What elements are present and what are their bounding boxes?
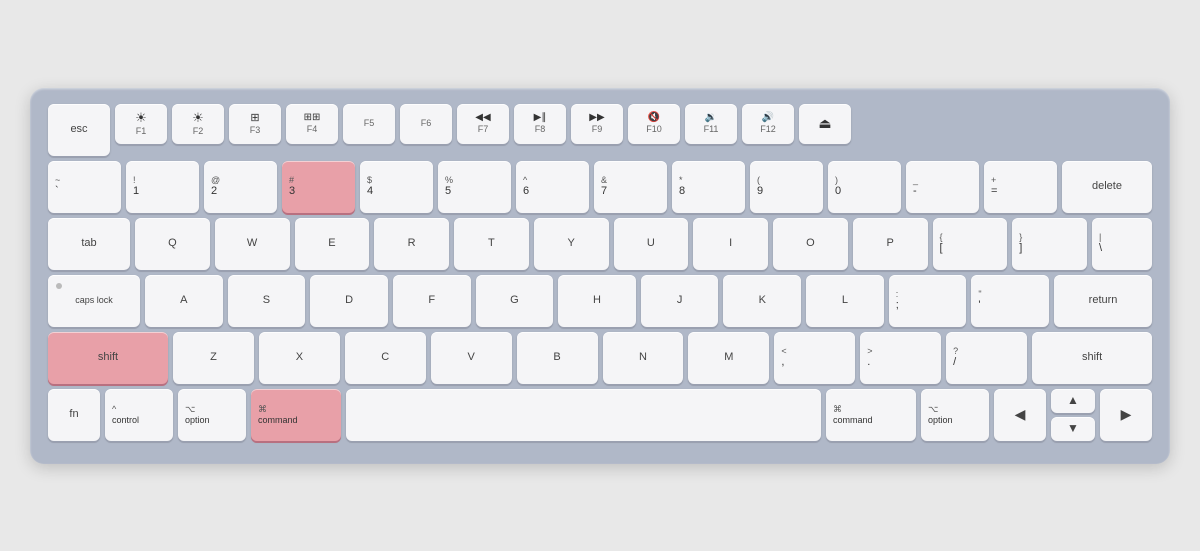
asdf-row: caps lock A S D F G H J K L : ; " ' retu… — [48, 275, 1152, 327]
key-arrow-right[interactable]: ▶ — [1100, 389, 1152, 441]
key-delete[interactable]: delete — [1062, 161, 1152, 213]
key-minus[interactable]: _ - — [906, 161, 979, 213]
key-r[interactable]: R — [374, 218, 449, 270]
key-rbracket[interactable]: } ] — [1012, 218, 1087, 270]
key-0[interactable]: ) 0 — [828, 161, 901, 213]
key-fn[interactable]: fn — [48, 389, 100, 441]
key-4[interactable]: $ 4 — [360, 161, 433, 213]
key-f7[interactable]: ◀◀ F7 — [457, 104, 509, 144]
capslock-indicator — [56, 283, 62, 289]
key-f8[interactable]: ▶∥ F8 — [514, 104, 566, 144]
key-3[interactable]: # 3 — [282, 161, 355, 213]
key-shift-right[interactable]: shift — [1032, 332, 1152, 384]
key-y[interactable]: Y — [534, 218, 609, 270]
key-backtick[interactable]: ~ ` — [48, 161, 121, 213]
key-f4[interactable]: ⊞⊞ F4 — [286, 104, 338, 144]
key-control[interactable]: ^ control — [105, 389, 173, 441]
key-f10[interactable]: 🔇 F10 — [628, 104, 680, 144]
key-arrow-down[interactable]: ▼ — [1051, 417, 1095, 441]
key-s[interactable]: S — [228, 275, 306, 327]
key-d[interactable]: D — [310, 275, 388, 327]
key-9[interactable]: ( 9 — [750, 161, 823, 213]
arrow-up-down-stack: ▲ ▼ — [1051, 389, 1095, 441]
key-f[interactable]: F — [393, 275, 471, 327]
key-n[interactable]: N — [603, 332, 684, 384]
key-backslash[interactable]: | \ — [1092, 218, 1152, 270]
key-lbracket[interactable]: { [ — [933, 218, 1008, 270]
key-arrow-left[interactable]: ◀ — [994, 389, 1046, 441]
key-semicolon[interactable]: : ; — [889, 275, 967, 327]
key-shift-left[interactable]: shift — [48, 332, 168, 384]
key-arrow-up[interactable]: ▲ — [1051, 389, 1095, 413]
bottom-row: fn ^ control ⌥ option ⌘ command ⌘ comman… — [48, 389, 1152, 441]
qwerty-row: tab Q W E R T Y U I O P { [ } ] | \ — [48, 218, 1152, 270]
key-h[interactable]: H — [558, 275, 636, 327]
key-f5[interactable]: F5 — [343, 104, 395, 144]
key-m[interactable]: M — [688, 332, 769, 384]
key-5[interactable]: % 5 — [438, 161, 511, 213]
key-i[interactable]: I — [693, 218, 768, 270]
key-slash[interactable]: ? / — [946, 332, 1027, 384]
key-option-left[interactable]: ⌥ option — [178, 389, 246, 441]
fn-row: esc ☀ F1 ☀ F2 ⊞ F3 ⊞⊞ F4 F5 F6 ◀◀ F7 ▶∥ — [48, 104, 1152, 156]
key-capslock[interactable]: caps lock — [48, 275, 140, 327]
key-7[interactable]: & 7 — [594, 161, 667, 213]
key-esc[interactable]: esc — [48, 104, 110, 156]
key-k[interactable]: K — [723, 275, 801, 327]
key-eject[interactable]: ⏏ — [799, 104, 851, 144]
key-6[interactable]: ^ 6 — [516, 161, 589, 213]
key-l[interactable]: L — [806, 275, 884, 327]
key-a[interactable]: A — [145, 275, 223, 327]
key-c[interactable]: C — [345, 332, 426, 384]
key-f6[interactable]: F6 — [400, 104, 452, 144]
key-space[interactable] — [346, 389, 821, 441]
keyboard: esc ☀ F1 ☀ F2 ⊞ F3 ⊞⊞ F4 F5 F6 ◀◀ F7 ▶∥ — [30, 88, 1170, 464]
key-w[interactable]: W — [215, 218, 290, 270]
number-row: ~ ` ! 1 @ 2 # 3 $ 4 % 5 ^ 6 & 7 — [48, 161, 1152, 213]
key-p[interactable]: P — [853, 218, 928, 270]
key-f12[interactable]: 🔊 F12 — [742, 104, 794, 144]
key-quote[interactable]: " ' — [971, 275, 1049, 327]
key-return[interactable]: return — [1054, 275, 1152, 327]
key-f11[interactable]: 🔉 F11 — [685, 104, 737, 144]
key-z[interactable]: Z — [173, 332, 254, 384]
key-tab[interactable]: tab — [48, 218, 130, 270]
key-command-right[interactable]: ⌘ command — [826, 389, 916, 441]
key-f9[interactable]: ▶▶ F9 — [571, 104, 623, 144]
key-2[interactable]: @ 2 — [204, 161, 277, 213]
key-1[interactable]: ! 1 — [126, 161, 199, 213]
key-t[interactable]: T — [454, 218, 529, 270]
key-v[interactable]: V — [431, 332, 512, 384]
key-q[interactable]: Q — [135, 218, 210, 270]
key-equals[interactable]: + = — [984, 161, 1057, 213]
key-period[interactable]: > . — [860, 332, 941, 384]
key-f1[interactable]: ☀ F1 — [115, 104, 167, 144]
key-option-right[interactable]: ⌥ option — [921, 389, 989, 441]
key-o[interactable]: O — [773, 218, 848, 270]
key-u[interactable]: U — [614, 218, 689, 270]
key-f3[interactable]: ⊞ F3 — [229, 104, 281, 144]
key-x[interactable]: X — [259, 332, 340, 384]
key-b[interactable]: B — [517, 332, 598, 384]
zxcv-row: shift Z X C V B N M < , > . ? / shift — [48, 332, 1152, 384]
key-command-left[interactable]: ⌘ command — [251, 389, 341, 441]
key-j[interactable]: J — [641, 275, 719, 327]
key-g[interactable]: G — [476, 275, 554, 327]
key-8[interactable]: * 8 — [672, 161, 745, 213]
key-f2[interactable]: ☀ F2 — [172, 104, 224, 144]
key-comma[interactable]: < , — [774, 332, 855, 384]
key-e[interactable]: E — [295, 218, 370, 270]
